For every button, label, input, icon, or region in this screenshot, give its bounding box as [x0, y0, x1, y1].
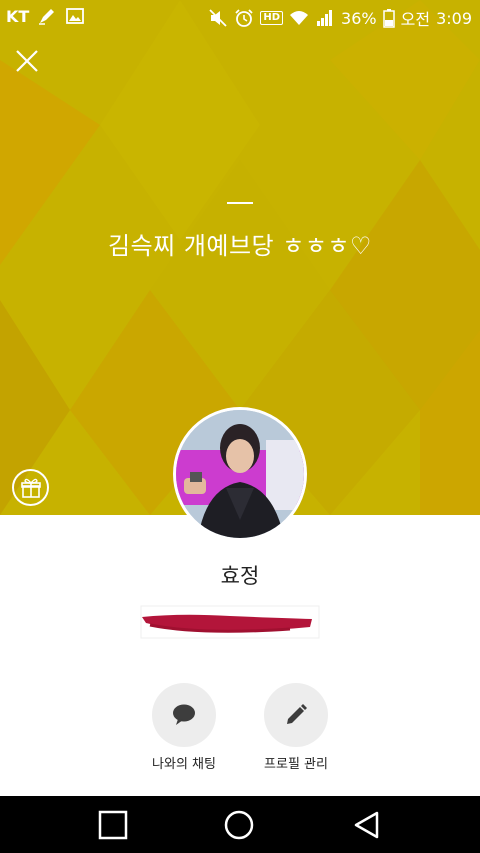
pencil-icon	[287, 704, 307, 724]
my-chat-label: 나와의 채팅	[152, 757, 216, 772]
battery-icon	[382, 8, 395, 28]
image-icon	[65, 6, 85, 26]
close-button[interactable]	[12, 46, 42, 76]
time-period: 오전	[400, 10, 431, 29]
profile-name: 효정	[220, 564, 260, 588]
chat-bubble-icon	[173, 704, 195, 725]
signal-icon	[315, 8, 335, 28]
recent-apps-icon	[98, 810, 128, 840]
status-message[interactable]: 김슥찌 개예브당 ㅎㅎㅎ♡	[0, 226, 480, 261]
clock: 3:09	[436, 8, 472, 28]
battery-percent: 36%	[341, 8, 377, 28]
hd-icon: HD	[260, 11, 284, 25]
status-divider	[227, 202, 253, 204]
gift-button[interactable]	[12, 469, 49, 506]
my-chat-circle	[152, 683, 216, 747]
home-icon	[224, 810, 254, 840]
mute-icon	[208, 8, 228, 28]
avatar-photo	[176, 410, 304, 538]
back-button[interactable]	[351, 809, 383, 841]
avatar[interactable]	[173, 407, 307, 541]
navigation-bar	[0, 796, 480, 853]
status-bar: KT HD 36% 오전 3:09	[0, 0, 480, 33]
close-icon	[16, 50, 38, 72]
manage-profile-circle	[264, 683, 328, 747]
my-chat-button[interactable]: 나와의 채팅	[129, 683, 239, 772]
home-button[interactable]	[223, 809, 255, 841]
manage-profile-label: 프로필 관리	[264, 757, 328, 772]
carrier-label: KT	[6, 6, 30, 26]
back-icon	[354, 811, 379, 839]
wifi-icon	[289, 8, 309, 28]
recent-apps-button[interactable]	[97, 809, 129, 841]
alarm-icon	[234, 8, 254, 28]
manage-profile-button[interactable]: 프로필 관리	[241, 683, 351, 772]
gift-icon	[21, 478, 41, 498]
pen-icon	[37, 6, 57, 26]
redaction-mark	[140, 605, 320, 639]
